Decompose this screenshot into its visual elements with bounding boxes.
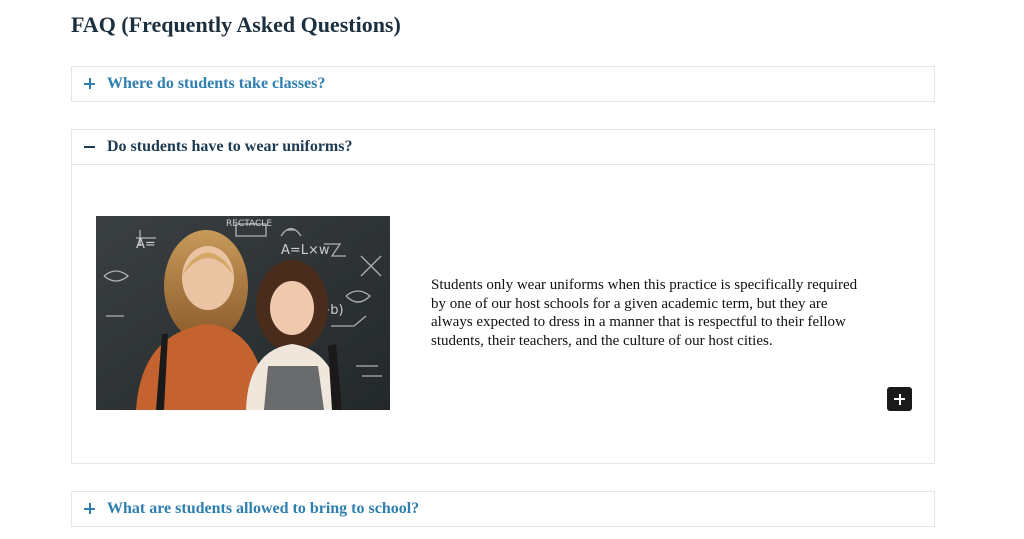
plus-icon bbox=[83, 77, 97, 91]
faq-toggle-what-to-bring[interactable]: What are students allowed to bring to sc… bbox=[72, 492, 934, 526]
faq-answer-text: Students only wear uniforms when this pr… bbox=[431, 277, 858, 349]
plus-icon bbox=[83, 502, 97, 516]
page-title: FAQ (Frequently Asked Questions) bbox=[71, 12, 401, 37]
faq-question: Do students have to wear uniforms? bbox=[107, 138, 353, 155]
svg-text:RECTACLE: RECTACLE bbox=[226, 219, 272, 229]
faq-page: FAQ (Frequently Asked Questions) Where d… bbox=[0, 0, 1024, 539]
faq-item: What are students allowed to bring to sc… bbox=[71, 491, 935, 527]
students-photo: A= A=L×w (3+b) RECTACLE bbox=[96, 216, 390, 410]
faq-toggle-where-classes[interactable]: Where do students take classes? bbox=[72, 67, 934, 101]
faq-item: Where do students take classes? bbox=[71, 66, 935, 102]
expand-plus-button[interactable] bbox=[887, 387, 912, 411]
svg-text:A=L×w: A=L×w bbox=[281, 243, 330, 258]
faq-question: Where do students take classes? bbox=[107, 75, 326, 92]
faq-answer-panel: A= A=L×w (3+b) RECTACLE bbox=[72, 164, 934, 463]
minus-icon bbox=[83, 140, 97, 154]
faq-toggle-uniforms[interactable]: Do students have to wear uniforms? bbox=[72, 130, 934, 164]
faq-question: What are students allowed to bring to sc… bbox=[107, 500, 420, 517]
svg-text:A=: A= bbox=[136, 237, 156, 252]
faq-item: Do students have to wear uniforms? A= A=… bbox=[71, 129, 935, 464]
